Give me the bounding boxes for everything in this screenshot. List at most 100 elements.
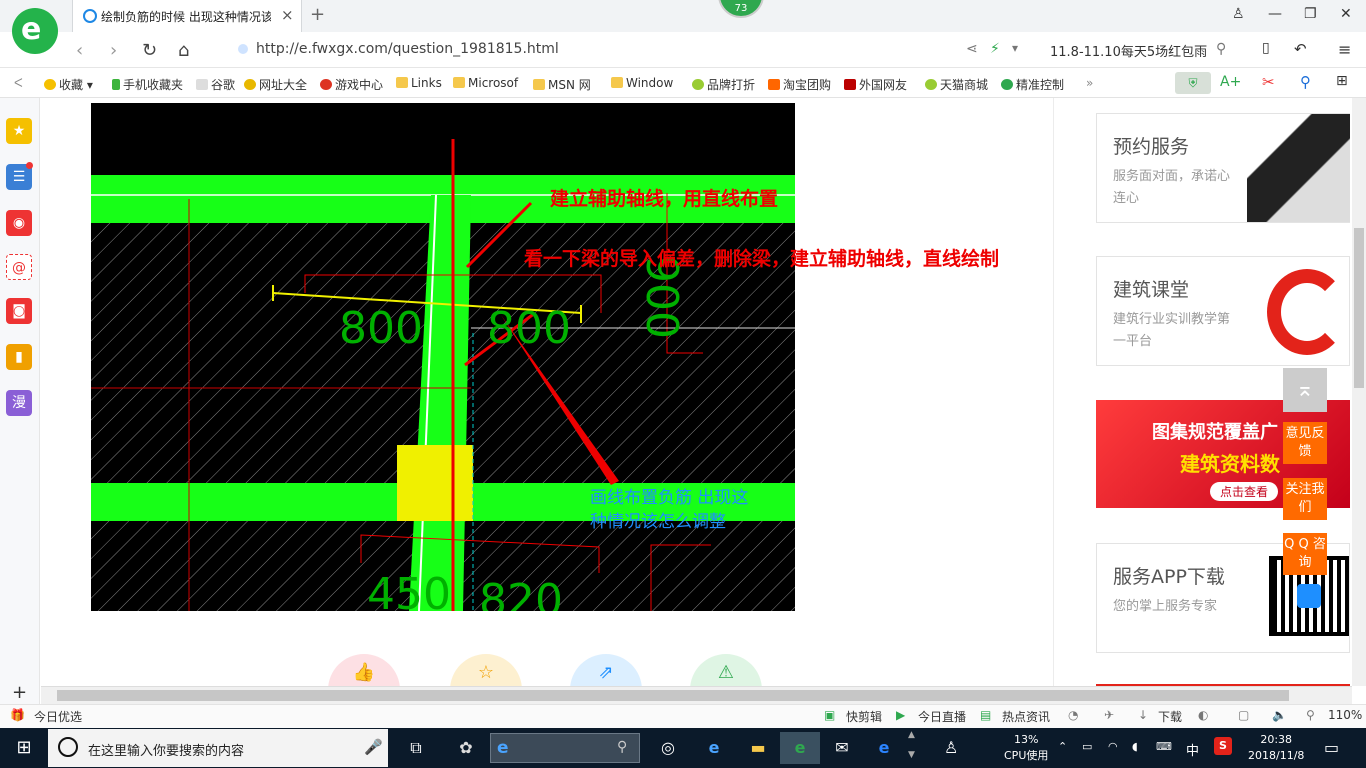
live-link[interactable]: 今日直播 — [918, 708, 966, 725]
zoom-level[interactable]: 110% — [1328, 708, 1362, 722]
quick-clip-link[interactable]: 快剪辑 — [846, 708, 882, 725]
thumbs-up-icon: 👍 — [352, 662, 376, 683]
browser-360-icon[interactable]: ◎ — [648, 732, 688, 764]
taskbar-ie-search-box[interactable]: e ⚲ — [490, 733, 640, 763]
hot-news-link[interactable]: 热点资讯 — [1002, 708, 1050, 725]
scissors-icon[interactable]: ✂ — [1262, 73, 1275, 91]
favorites-star-icon[interactable]: ★ — [6, 118, 32, 144]
people-icon[interactable]: ♙ — [944, 738, 958, 757]
ie-icon[interactable]: e — [694, 732, 734, 764]
share-icon[interactable]: ⋖ — [966, 41, 978, 57]
file-explorer-icon[interactable]: ▬ — [738, 732, 778, 764]
daily-picks-link[interactable]: 今日优选 — [34, 708, 82, 725]
phone-icon[interactable]: ▯ — [1262, 40, 1270, 56]
shield-icon[interactable]: ⛨ — [1175, 72, 1211, 94]
url-field[interactable]: http://e.fwxgx.com/question_1981815.html — [238, 41, 559, 57]
ime-indicator[interactable]: 中 — [1186, 740, 1199, 759]
leaf-icon — [692, 79, 704, 90]
taskbar-scroll-icon[interactable]: ▲ ▼ — [908, 730, 915, 760]
cpu-usage[interactable]: 13% CPU使用 — [1004, 732, 1048, 764]
taskbar-search[interactable]: 在这里输入你要搜索的内容 🎤 — [48, 729, 388, 767]
browser-2345-icon[interactable]: e — [780, 732, 820, 764]
pin-icon[interactable]: ✈ — [1104, 708, 1114, 722]
vertical-scrollbar[interactable] — [1352, 98, 1366, 686]
translate-icon[interactable]: A+ — [1220, 74, 1241, 90]
battery-icon[interactable]: ▭ — [1082, 740, 1092, 753]
pinwheel-app-icon[interactable]: ✿ — [446, 732, 486, 764]
browser-logo-icon[interactable]: e — [12, 8, 58, 54]
back-icon[interactable]: ‹ — [76, 40, 83, 61]
more-bookmarks-button[interactable]: » — [1086, 76, 1093, 90]
bookmark-sites[interactable]: 网址大全 — [244, 76, 307, 93]
horizontal-scrollbar[interactable] — [41, 686, 1352, 704]
column-yellow — [397, 445, 473, 521]
back-to-top-icon[interactable]: ⌅ — [1283, 368, 1327, 412]
edge-icon[interactable]: e — [864, 732, 904, 764]
volume-icon[interactable]: 🔈 — [1272, 708, 1287, 722]
keyboard-icon[interactable]: ⌨ — [1156, 740, 1172, 753]
banner-button[interactable]: 点击查看 — [1210, 482, 1279, 501]
sidebar-toggle-icon[interactable]: ᐸ — [14, 76, 23, 90]
maximize-icon[interactable]: ❐ — [1304, 6, 1317, 22]
home-icon[interactable]: ⌂ — [178, 40, 189, 61]
sogou-ime-icon[interactable]: S — [1214, 737, 1232, 755]
speed-icon[interactable]: ⚡ — [990, 41, 1000, 57]
mail-icon[interactable]: @ — [6, 254, 32, 280]
bookmark-windows[interactable]: Window — [611, 76, 673, 90]
weibo-icon[interactable]: ◉ — [6, 210, 32, 236]
promo-search-text[interactable]: 11.8-11.10每天5场红包雨 — [1050, 41, 1207, 60]
bookmark-favorites[interactable]: 收藏 ▾ — [44, 76, 93, 93]
bookmark-google[interactable]: 谷歌 — [196, 76, 235, 93]
bookmark-microsoft[interactable]: Microsof — [453, 76, 518, 90]
apps-icon[interactable]: ⊞ — [1336, 73, 1348, 89]
bookmark-tmall[interactable]: 天猫商城 — [925, 76, 988, 93]
qq-consult-button[interactable]: Q Q 咨询 — [1283, 533, 1327, 575]
search-icon[interactable]: ⚲ — [1300, 73, 1311, 91]
horizontal-scroll-thumb[interactable] — [57, 690, 1289, 701]
bookmark-taobao[interactable]: 淘宝团购 — [768, 76, 831, 93]
folder-icon — [611, 77, 623, 88]
bookmark-brand[interactable]: 品牌打折 — [692, 76, 755, 93]
active-tab[interactable]: 绘制负筋的时候 出现这种情况该 × — [72, 0, 302, 32]
tray-expand-icon[interactable]: ⌃ — [1058, 740, 1067, 753]
vertical-scroll-thumb[interactable] — [1354, 228, 1364, 388]
chevron-down-icon[interactable]: ▾ — [1012, 41, 1018, 55]
microphone-icon[interactable]: 🎤 — [364, 738, 383, 756]
skin-icon[interactable]: ♙ — [1232, 6, 1245, 22]
clock[interactable]: 20:38 2018/11/8 — [1248, 732, 1304, 764]
refresh-icon[interactable]: ↻ — [142, 40, 157, 61]
game-icon[interactable]: ◙ — [6, 298, 32, 324]
undo-icon[interactable]: ↶ — [1294, 40, 1307, 58]
theme-icon[interactable]: ◐ — [1198, 708, 1208, 722]
card-desc: 服务面对面，承诺心连心 — [1113, 169, 1231, 206]
bookmark-games[interactable]: 游戏中心 — [320, 76, 383, 93]
bookmark-links[interactable]: Links — [396, 76, 442, 90]
action-center-icon[interactable]: ▭ — [1324, 738, 1339, 757]
add-sidebar-icon[interactable]: + — [12, 682, 27, 703]
mail-icon[interactable]: ✉ — [822, 732, 862, 764]
bookmark-precise[interactable]: 精准控制 — [1001, 76, 1064, 93]
wifi-icon[interactable]: ◠ — [1108, 740, 1118, 753]
bookmark-foreign[interactable]: 外国网友 — [844, 76, 907, 93]
follow-button[interactable]: 关注我们 — [1283, 478, 1327, 520]
minimize-icon[interactable]: — — [1268, 6, 1282, 22]
card-classroom[interactable]: 建筑课堂 建筑行业实训教学第一平台 — [1096, 256, 1350, 366]
feedback-button[interactable]: 意见反馈 — [1283, 422, 1327, 464]
menu-icon[interactable]: ≡ — [1338, 40, 1351, 59]
comic-icon[interactable]: 漫 — [6, 390, 32, 416]
speed-dial-icon[interactable]: ◔ — [1068, 708, 1078, 722]
window-icon[interactable]: ▢ — [1238, 708, 1249, 722]
windows-start-icon[interactable]: ⊞ — [4, 732, 44, 764]
bookmark-msn[interactable]: MSN 网 — [533, 76, 591, 93]
close-window-icon[interactable]: ✕ — [1340, 6, 1352, 22]
download-link[interactable]: 下载 — [1158, 708, 1182, 725]
bookmark-mobile[interactable]: 手机收藏夹 — [112, 76, 183, 93]
forward-icon[interactable]: › — [110, 40, 117, 61]
task-view-icon[interactable]: ⧉ — [396, 732, 436, 764]
new-tab-button[interactable]: + — [310, 4, 325, 25]
volume-icon[interactable]: ◖ — [1132, 740, 1138, 753]
search-icon[interactable]: ⚲ — [1216, 41, 1226, 57]
book-icon[interactable]: ▮ — [6, 344, 32, 370]
card-appointment[interactable]: 预约服务 服务面对面，承诺心连心 — [1096, 113, 1350, 223]
close-tab-icon[interactable]: × — [281, 6, 294, 24]
